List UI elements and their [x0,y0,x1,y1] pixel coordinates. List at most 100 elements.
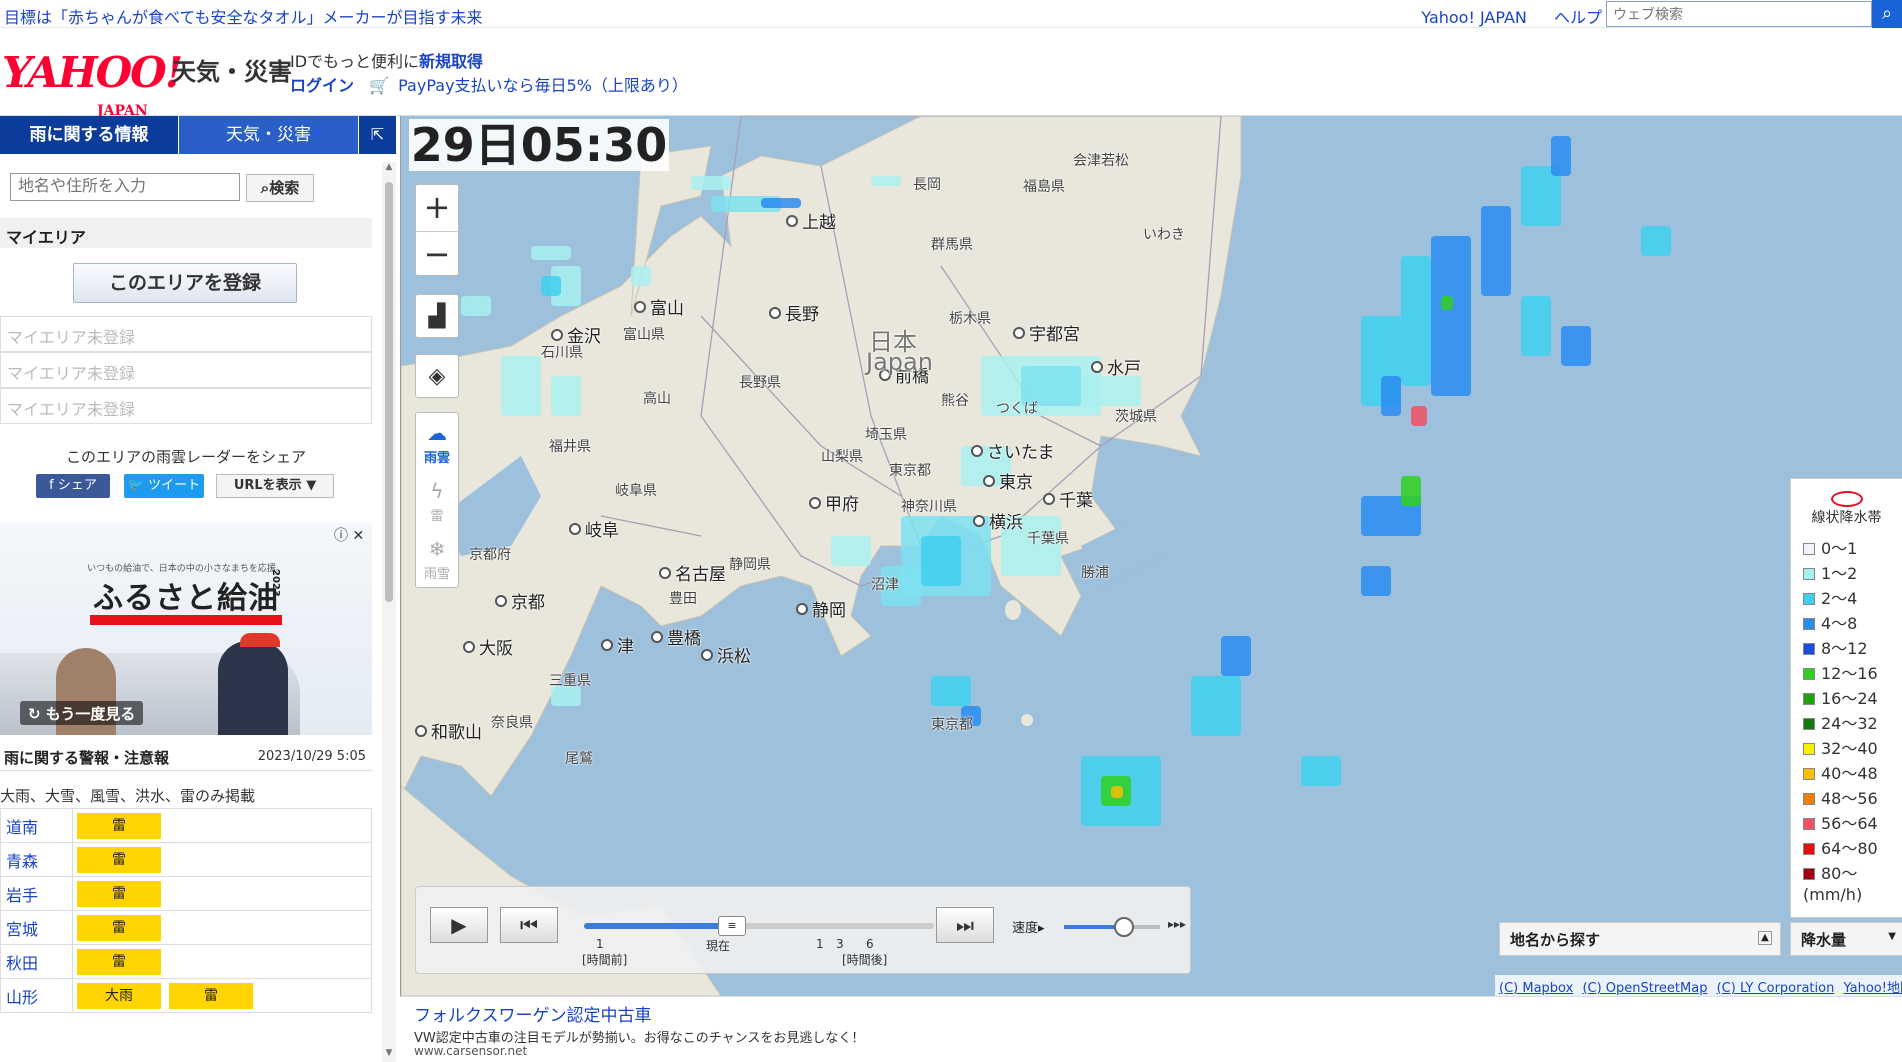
twitter-share-button[interactable]: 🐦 ツイート [124,474,204,498]
type-rain-cloud[interactable]: ☁ 雨雲 [416,413,458,471]
legend-swatch [1803,643,1815,655]
city-label: 栃木県 [949,311,991,327]
play-icon: ▶ [451,913,467,937]
register-area-button[interactable]: このエリアを登録 [73,263,297,303]
chevron-down-icon[interactable]: ▼ [1888,931,1896,942]
yahoo-japan-link[interactable]: Yahoo! JAPAN [1421,8,1527,27]
signup-link[interactable]: 新規取得 [419,52,483,71]
legend-item: 32〜40 [1803,735,1902,760]
layers-icon: ◈ [428,364,446,389]
attribution-link[interactable]: Yahoo!地図ガイドライン [1843,981,1902,996]
city-label: 京都府 [469,547,511,563]
ad-replay-label: もう一度見る [45,705,136,723]
linear-precip-band[interactable]: 線状降水帯 [1791,479,1902,527]
legend-swatch [1803,543,1815,555]
legend-item: 2〜4 [1803,585,1902,610]
chevron-up-icon[interactable]: ▲ [1758,931,1772,945]
warning-pref[interactable]: 秋田 [0,944,73,979]
city-label: 和歌山 [415,718,482,743]
scroll-down-icon[interactable]: ▼ [382,1048,396,1062]
attribution-link[interactable]: (C) Mapbox [1499,981,1573,996]
ad-choice-icons[interactable]: ⓘ ✕ [334,525,364,545]
radar-player: ▶ ⏮ ≡ 1 [時間前] 現在 1 3 6 [時間後] ⏭ 速度▸ ▸▸▸ [415,886,1191,974]
news-headline-link[interactable]: 目標は「赤ちゃんが食べても安全なタオル」メーカーが目指す未来 [4,4,483,28]
yahoo-logo[interactable]: YAHOO! [2,48,183,97]
warning-row[interactable]: 宮城雷 [0,910,372,945]
myarea-slot[interactable]: マイエリア未登録 [0,388,372,424]
place-search-button[interactable]: ⌕検索 [246,174,314,202]
warning-badges: 雷 [72,876,372,911]
warning-pref[interactable]: 山形 [0,978,73,1013]
speed-slider[interactable] [1064,917,1160,937]
show-url-button[interactable]: URLを表示 ▼ [216,474,334,498]
warning-row[interactable]: 青森雷 [0,842,372,877]
warning-row[interactable]: 山形 大雨雷 [0,978,372,1013]
zoom-in-button[interactable]: + [416,185,458,231]
city-label: 神奈川県 [901,499,957,515]
sidebar-ad[interactable]: いつもの給油で、日本の中の小さなまちを応援。 ふるさと給油 2023 ↻ もう一… [0,523,372,735]
timeline-knob[interactable]: ≡ [718,916,746,936]
warning-pref[interactable]: 青森 [0,842,73,877]
help-link[interactable]: ヘルプ [1554,8,1602,27]
city-label: 三重県 [549,673,591,689]
type-lightning[interactable]: ϟ雷 [416,471,458,529]
type-snow-rain[interactable]: ❄ 雨雪 [416,529,458,587]
warning-pref[interactable]: 宮城 [0,910,73,945]
legend-label: 32〜40 [1821,739,1878,758]
play-button[interactable]: ▶ [430,907,488,943]
sidebar-scrollbar[interactable]: ▲ ▼ [382,162,396,1062]
rain-cell [1641,226,1671,256]
city-label: 岐阜県 [615,483,657,499]
rain-cell [1481,206,1511,296]
rain-cell [831,536,871,566]
tab-weather-disaster[interactable]: 天気・災害 [178,116,358,154]
search-icon[interactable]: ⌕ [1872,0,1902,28]
precip-panel[interactable]: 降水量 ▼ [1790,922,1902,956]
attribution-link[interactable]: (C) OpenStreetMap [1582,981,1707,996]
zoom-out-button[interactable]: − [416,231,458,277]
close-icon[interactable]: ✕ [352,528,364,544]
ad-replay-button[interactable]: ↻ もう一度見る [20,701,144,725]
twitter-bird-icon: 🐦 [127,478,149,493]
city-label: 横浜 [973,508,1023,533]
timeline-slider[interactable]: ≡ [584,916,934,936]
warning-pref[interactable]: 道南 [0,808,73,843]
tab-rain-info[interactable]: 雨に関する情報 [0,116,178,154]
legend-label: 12〜16 [1821,664,1878,683]
layers-button[interactable]: ◈ [415,354,459,398]
scroll-up-icon[interactable]: ▲ [382,162,396,176]
paypay-link[interactable]: PayPay支払いなら毎日5%（上限あり） [398,76,688,95]
adchoices-icon[interactable]: ⓘ [334,528,348,544]
service-title[interactable]: 天気・災害 [172,52,292,87]
timeline-label: 6 [866,937,874,951]
current-location-button[interactable]: ▟ [415,294,459,338]
rain-cell [461,296,491,316]
warning-pref[interactable]: 岩手 [0,876,73,911]
myarea-slot[interactable]: マイエリア未登録 [0,316,372,352]
web-search-input[interactable] [1606,1,1872,27]
bottom-ad-title[interactable]: フォルクスワーゲン認定中古車 [414,1001,652,1026]
step-forward-button[interactable]: ⏭ [936,907,994,943]
warnings-table: 道南雷青森雷岩手雷宮城雷秋田雷山形 大雨雷 [0,808,372,1013]
map-canvas[interactable] [401,116,1902,996]
collapse-arrow-icon[interactable]: ⇱ [358,116,396,154]
warning-row[interactable]: 道南雷 [0,808,372,843]
warning-row[interactable]: 岩手雷 [0,876,372,911]
login-line: ログイン 🛒 PayPay支払いなら毎日5%（上限あり） [290,72,688,96]
rewind-button[interactable]: ⏮ [500,907,558,943]
find-place-panel[interactable]: 地名から探す ▲ [1499,922,1781,956]
warning-row[interactable]: 秋田雷 [0,944,372,979]
facebook-share-button[interactable]: f シェア [36,474,110,498]
rain-radar-map[interactable]: 会津若松 長岡 福島県 上越 いわき 群馬県 富山 長野 宇都宮 金沢 富山県 栃木県 石川県 前橋 水戸長… [400,116,1902,996]
login-link[interactable]: ログイン [290,76,354,95]
bottom-ad[interactable]: フォルクスワーゲン認定中古車 VW認定中古車の注目モデルが勢揃い。お得なこのチャ… [400,996,1902,1062]
scroll-thumb[interactable] [385,182,393,602]
myarea-slot[interactable]: マイエリア未登録 [0,352,372,388]
place-search-input[interactable] [10,173,240,201]
island [1021,714,1033,726]
ad-year: 2023 [270,569,281,597]
speed-knob[interactable] [1114,917,1134,937]
skip-back-icon: ⏮ [520,913,538,937]
replay-icon: ↻ [28,705,46,723]
attribution-link[interactable]: (C) LY Corporation [1717,981,1835,996]
